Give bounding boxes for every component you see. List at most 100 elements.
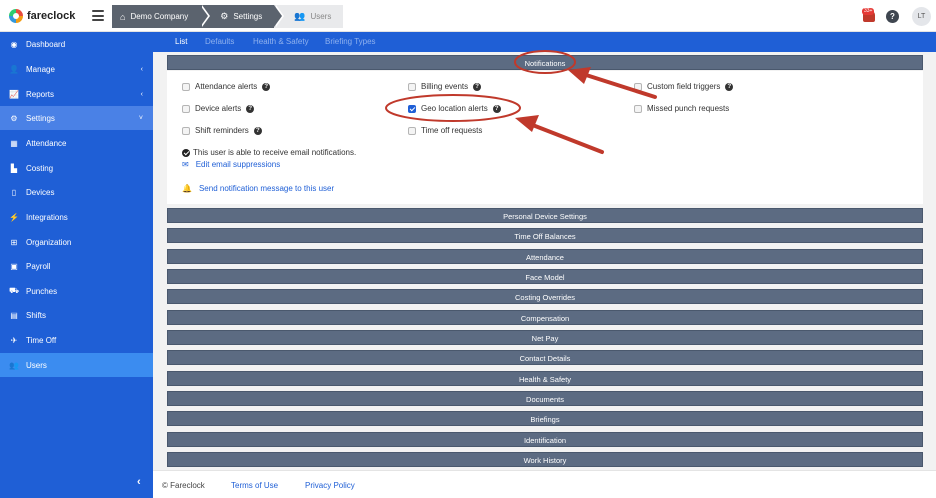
sidebar-item-label: Payroll (26, 261, 51, 271)
checkbox-box[interactable] (408, 126, 416, 135)
section-briefings[interactable]: Briefings (167, 411, 923, 426)
section-face-model[interactable]: Face Model (167, 269, 923, 284)
help-icon[interactable]: ? (253, 126, 262, 135)
footer: © Fareclock Terms of Use Privacy Policy (153, 470, 936, 498)
sidebar-item-shifts[interactable]: ▤ Shifts (0, 303, 153, 327)
sidebar-item-users[interactable]: 👥 Users (0, 353, 153, 377)
sitemap-icon: ⊞ (10, 237, 18, 247)
sidebar-item-dashboard[interactable]: ◉ Dashboard (0, 32, 153, 56)
sidebar: ◉ Dashboard 👤 Manage ‹ 📈 Reports ‹ ⚙ Set… (0, 32, 153, 498)
tablet-icon: ▯ (11, 187, 17, 197)
checkbox-box[interactable] (182, 104, 190, 113)
section-personal-device-settings[interactable]: Personal Device Settings (167, 208, 923, 223)
help-icon[interactable]: ? (886, 10, 899, 23)
fareclock-logo-icon (9, 9, 23, 23)
geo-location-alerts-checkbox[interactable]: Geo location alerts ? (408, 104, 501, 113)
billing-events-checkbox[interactable]: Billing events ? (408, 82, 482, 91)
sidebar-item-label: Integrations (26, 212, 68, 222)
help-icon[interactable]: ? (262, 82, 271, 91)
notifications-header[interactable]: Notifications (167, 55, 923, 70)
sidebar-item-label: Attendance (26, 138, 67, 148)
checkbox-box-checked[interactable] (408, 104, 416, 113)
sidebar-item-attendance[interactable]: ▦ Attendance (0, 131, 153, 155)
breadcrumb-users[interactable]: 👥 Users (274, 5, 344, 28)
top-bar: fareclock ⌂ Demo Company ⚙ Settings 👥 Us… (0, 0, 936, 32)
sidebar-item-label: Time Off (26, 335, 57, 345)
help-icon[interactable]: ? (725, 82, 734, 91)
send-notification-link[interactable]: 🔔 Send notification message to this user (182, 184, 334, 193)
attendance-alerts-checkbox[interactable]: Attendance alerts ? (182, 82, 271, 91)
avatar[interactable]: LT (912, 7, 931, 26)
edit-email-suppressions-label: Edit email suppressions (195, 160, 281, 169)
notification-count-badge: 33+ (862, 8, 875, 15)
footer-copyright: © Fareclock (162, 481, 205, 490)
custom-field-triggers-checkbox[interactable]: Custom field triggers ? (634, 82, 734, 91)
checkbox-label: Shift reminders (195, 126, 249, 135)
sidebar-item-integrations[interactable]: ⚡ Integrations (0, 205, 153, 229)
tab-defaults[interactable]: Defaults (205, 37, 234, 46)
brand-name: fareclock (27, 10, 76, 22)
sidebar-item-reports[interactable]: 📈 Reports ‹ (0, 82, 153, 106)
sidebar-item-time-off[interactable]: ✈ Time Off (0, 328, 153, 352)
tab-health-safety[interactable]: Health & Safety (253, 37, 309, 46)
section-documents[interactable]: Documents (167, 391, 923, 406)
envelope-icon: ✉ (182, 160, 189, 169)
collapse-sidebar-icon[interactable]: ‹ (137, 476, 141, 488)
breadcrumb-settings[interactable]: ⚙ Settings (200, 5, 285, 28)
section-compensation[interactable]: Compensation (167, 310, 923, 325)
sidebar-item-label: Dashboard (26, 39, 66, 49)
sidebar-item-settings[interactable]: ⚙ Settings ˅ (0, 106, 153, 130)
terms-of-use-link[interactable]: Terms of Use (231, 481, 278, 490)
sidebar-item-payroll[interactable]: ▣ Payroll (0, 254, 153, 278)
edit-email-suppressions-link[interactable]: ✉ Edit email suppressions (182, 160, 280, 169)
sidebar-item-label: Reports (26, 89, 55, 99)
section-work-history[interactable]: Work History (167, 452, 923, 467)
section-costing-overrides[interactable]: Costing Overrides (167, 289, 923, 304)
breadcrumb-company[interactable]: ⌂ Demo Company (112, 5, 211, 28)
help-icon[interactable]: ? (492, 104, 501, 113)
checkbox-box[interactable] (408, 82, 416, 91)
gear-icon: ⚙ (10, 113, 18, 123)
checkbox-label: Custom field triggers (647, 82, 721, 91)
send-notification-label: Send notification message to this user (198, 184, 335, 193)
checkbox-box[interactable] (182, 82, 190, 91)
chart-icon: 📈 (9, 89, 19, 99)
checkbox-box[interactable] (182, 126, 190, 135)
menu-toggle-icon[interactable] (92, 10, 104, 21)
brand-logo[interactable]: fareclock (9, 9, 75, 23)
section-contact-details[interactable]: Contact Details (167, 350, 923, 365)
plane-icon: ✈ (10, 335, 18, 345)
shift-reminders-checkbox[interactable]: Shift reminders ? (182, 126, 262, 135)
breadcrumb-company-label: Demo Company (130, 12, 189, 21)
tab-briefing-types[interactable]: Briefing Types (325, 37, 376, 46)
factory-icon: ▙ (10, 163, 18, 173)
sidebar-item-label: Organization (26, 237, 72, 247)
breadcrumb-users-label: Users (310, 12, 332, 21)
checkbox-label: Missed punch requests (647, 104, 730, 113)
checkbox-box[interactable] (634, 82, 642, 91)
checkbox-label: Billing events (421, 82, 469, 91)
tab-list[interactable]: List (175, 37, 187, 46)
section-time-off-balances[interactable]: Time Off Balances (167, 228, 923, 243)
section-net-pay[interactable]: Net Pay (167, 330, 923, 345)
sidebar-item-devices[interactable]: ▯ Devices (0, 180, 153, 204)
time-off-requests-checkbox[interactable]: Time off requests (408, 126, 482, 135)
home-icon: ⌂ (120, 11, 126, 22)
device-alerts-checkbox[interactable]: Device alerts ? (182, 104, 255, 113)
privacy-policy-link[interactable]: Privacy Policy (305, 481, 355, 490)
sidebar-item-punches[interactable]: ⛟ Punches (0, 279, 153, 303)
section-identification[interactable]: Identification (167, 432, 923, 447)
missed-punch-requests-checkbox[interactable]: Missed punch requests (634, 104, 729, 113)
checkbox-box[interactable] (634, 104, 642, 113)
section-health-safety[interactable]: Health & Safety (167, 371, 923, 386)
section-attendance[interactable]: Attendance (167, 249, 923, 264)
sidebar-item-costing[interactable]: ▙ Costing (0, 156, 153, 180)
help-icon[interactable]: ? (246, 104, 255, 113)
email-status-text: This user is able to receive email notif… (193, 148, 357, 157)
breadcrumb-settings-label: Settings (233, 12, 263, 21)
help-icon[interactable]: ? (473, 82, 482, 91)
plug-icon: ⚡ (9, 212, 19, 222)
sidebar-item-manage[interactable]: 👤 Manage ‹ (0, 57, 153, 81)
check-circle-icon (182, 148, 190, 157)
sidebar-item-organization[interactable]: ⊞ Organization (0, 230, 153, 254)
